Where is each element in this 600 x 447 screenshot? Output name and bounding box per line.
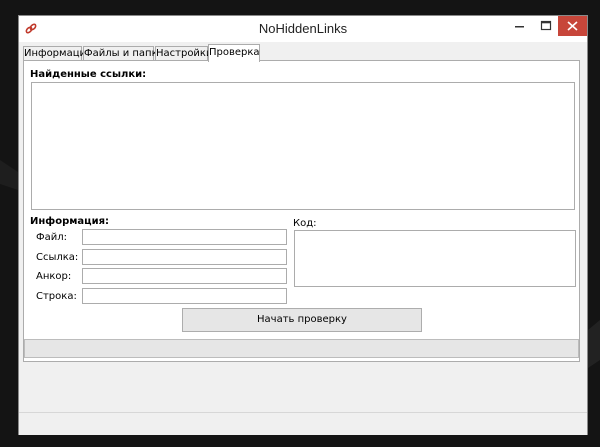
tab-settings[interactable]: Настройки (155, 46, 212, 61)
check-panel: Найденные ссылки: Информация: Код: Файл:… (23, 60, 580, 362)
file-field[interactable] (82, 229, 287, 245)
found-links-label: Найденные ссылки: (30, 69, 147, 80)
status-bar (19, 412, 587, 435)
link-field[interactable] (82, 249, 287, 265)
code-box[interactable] (294, 230, 576, 287)
info-section-label: Информация: (30, 216, 109, 227)
file-label: Файл: (36, 232, 67, 243)
anchor-label: Анкор: (36, 271, 72, 282)
close-icon[interactable] (558, 16, 587, 36)
title-bar[interactable]: NoHiddenLinks (19, 16, 587, 42)
app-window: NoHiddenLinks Информация Файлы и папки Н… (18, 15, 588, 435)
maximize-icon[interactable] (533, 16, 559, 36)
code-label: Код: (293, 218, 317, 229)
start-check-button[interactable]: Начать проверку (182, 308, 422, 332)
line-field[interactable] (82, 288, 287, 304)
tab-files-folders[interactable]: Файлы и папки (83, 46, 164, 61)
tab-info[interactable]: Информация (23, 46, 92, 61)
tab-check[interactable]: Проверка (208, 44, 260, 62)
line-label: Строка: (36, 291, 77, 302)
anchor-field[interactable] (82, 268, 287, 284)
progress-bar (24, 339, 579, 358)
found-links-list[interactable] (31, 82, 575, 210)
link-label: Ссылка: (36, 252, 79, 263)
minimize-icon[interactable] (507, 16, 533, 36)
window-title: NoHiddenLinks (258, 21, 348, 36)
